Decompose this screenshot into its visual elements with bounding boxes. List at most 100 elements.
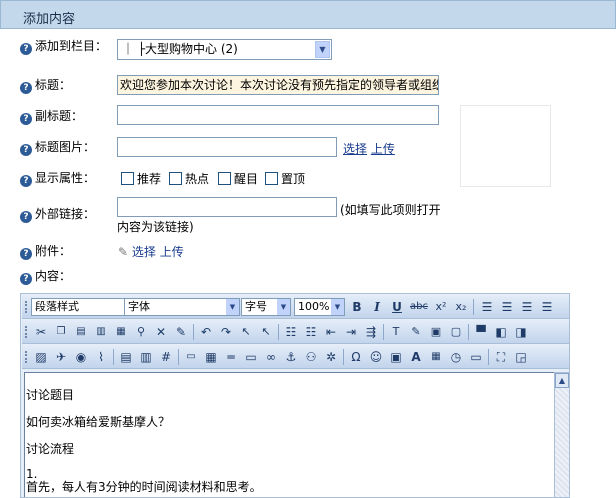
- horizontal-rule-icon[interactable]: ═: [222, 348, 240, 366]
- toolbar-grip[interactable]: [25, 326, 27, 338]
- copy-icon[interactable]: ❐: [52, 323, 70, 341]
- unordered-list-icon[interactable]: ☷: [302, 323, 320, 341]
- column-select[interactable]: ｜ ├大型购物中心 (2) ▼: [117, 39, 332, 60]
- checkbox-box[interactable]: [121, 172, 134, 185]
- date-icon[interactable]: ▦: [427, 348, 445, 366]
- iframe-icon[interactable]: ▭: [242, 348, 260, 366]
- blockquote-icon[interactable]: ⇶: [362, 323, 380, 341]
- zoom-select[interactable]: 100% ▼: [294, 298, 345, 316]
- link-icon[interactable]: ∞: [262, 348, 280, 366]
- underline-icon[interactable]: U: [388, 298, 406, 316]
- align-center-icon[interactable]: ☰: [498, 298, 516, 316]
- bg-color-icon[interactable]: ✎: [407, 323, 425, 341]
- strikethrough-icon[interactable]: abc: [408, 298, 430, 316]
- align-right-icon[interactable]: ☰: [518, 298, 536, 316]
- unlink-icon[interactable]: ⚇: [302, 348, 320, 366]
- chevron-down-icon[interactable]: ▼: [331, 299, 344, 315]
- scroll-up-icon[interactable]: ▲: [555, 373, 569, 388]
- display-attr-label-row: ? 显示属性：: [20, 170, 95, 187]
- table-icon[interactable]: #: [157, 348, 175, 366]
- layer-icon[interactable]: ▀: [472, 323, 490, 341]
- chevron-down-icon[interactable]: ▼: [277, 299, 290, 315]
- title-label-row: ? 标题：: [20, 77, 71, 94]
- send-backward-icon[interactable]: ◨: [512, 323, 530, 341]
- delete-icon[interactable]: ✕: [152, 323, 170, 341]
- insert-form-icon[interactable]: ▥: [137, 348, 155, 366]
- toolbar-separator: [383, 324, 384, 340]
- redo-icon[interactable]: ↷: [217, 323, 235, 341]
- align-left-icon[interactable]: ☰: [478, 298, 496, 316]
- toolbar-grip[interactable]: [25, 351, 27, 363]
- align-justify-icon[interactable]: ☰: [538, 298, 556, 316]
- bring-forward-icon[interactable]: ◧: [492, 323, 510, 341]
- find-icon[interactable]: ⚲: [132, 323, 150, 341]
- about-icon[interactable]: ◲: [512, 348, 530, 366]
- text-color-icon[interactable]: T: [387, 323, 405, 341]
- undo-icon[interactable]: ↶: [197, 323, 215, 341]
- chevron-down-icon[interactable]: ▼: [315, 41, 330, 58]
- checkbox-recommend[interactable]: 推荐: [121, 172, 161, 186]
- time-icon[interactable]: ◷: [447, 348, 465, 366]
- map-icon[interactable]: ✲: [322, 348, 340, 366]
- title-image-input[interactable]: [117, 137, 337, 157]
- superscript-icon[interactable]: x²: [432, 298, 450, 316]
- art-text-icon[interactable]: A: [407, 348, 425, 366]
- subtitle-label: 副标题：: [35, 109, 84, 123]
- checkbox-box[interactable]: [218, 172, 231, 185]
- font-select[interactable]: 字体 ▼: [124, 298, 240, 316]
- checkbox-highlight[interactable]: 醒目: [218, 172, 258, 186]
- checkbox-box[interactable]: [265, 172, 278, 185]
- insert-page-icon[interactable]: ▭: [467, 348, 485, 366]
- italic-icon[interactable]: I: [368, 298, 386, 316]
- checkbox-hot[interactable]: 热点: [169, 172, 209, 186]
- paste-word-icon[interactable]: ▦: [112, 323, 130, 341]
- checkbox-label: 热点: [185, 172, 210, 186]
- outdent-icon[interactable]: ⇤: [322, 323, 340, 341]
- excel-icon[interactable]: ▣: [387, 348, 405, 366]
- flash-icon[interactable]: ✈: [52, 348, 70, 366]
- clean-format-icon[interactable]: ✎: [172, 323, 190, 341]
- editor-content[interactable]: 讨论题目 如何卖冰箱给爱斯基摩人？ 讨论流程 1. 首先，每人有3分钟的时间阅读…: [24, 372, 554, 497]
- title-input[interactable]: 欢迎您参加本次讨论！本次讨论没有预先指定的领导者或组织: [117, 75, 439, 95]
- external-link-input[interactable]: [117, 197, 337, 217]
- editor-toolbar-row-1: 段落样式▼ 字体▼ 字号▼ 100%▼ B I U abc x² x₂ ☰ ☰ …: [22, 295, 569, 319]
- insert-box-icon[interactable]: ▤: [117, 348, 135, 366]
- bold-icon[interactable]: B: [348, 298, 366, 316]
- font-size-select[interactable]: 字号 ▼: [241, 298, 291, 316]
- title-image-select-link[interactable]: 选择: [343, 142, 367, 156]
- toolbar-separator: [278, 324, 279, 340]
- attachment-upload-link[interactable]: 上传: [160, 245, 184, 259]
- help-icon: ?: [20, 43, 32, 55]
- media-icon[interactable]: ◉: [72, 348, 90, 366]
- marquee-icon[interactable]: ▭: [182, 348, 200, 366]
- emoticon-icon[interactable]: ☺: [367, 348, 385, 366]
- checkbox-label: 推荐: [137, 172, 162, 186]
- editor-scrollbar[interactable]: ▲: [554, 372, 569, 497]
- image-icon[interactable]: ▨: [32, 348, 50, 366]
- subtitle-input[interactable]: [117, 105, 439, 125]
- attachment-icon[interactable]: ⌇: [92, 348, 110, 366]
- show-borders-icon[interactable]: ▢: [447, 323, 465, 341]
- fullscreen-icon[interactable]: ⛶: [492, 348, 510, 366]
- indent-icon[interactable]: ⇥: [342, 323, 360, 341]
- anchor-icon[interactable]: ⚓: [282, 348, 300, 366]
- subscript-icon[interactable]: x₂: [452, 298, 470, 316]
- toolbar-grip[interactable]: [25, 301, 27, 313]
- paste-text-icon[interactable]: ▥: [92, 323, 110, 341]
- cut-icon[interactable]: ✂: [32, 323, 50, 341]
- checkbox-top[interactable]: 置顶: [265, 172, 305, 186]
- ordered-list-icon[interactable]: ☷: [282, 323, 300, 341]
- checkbox-box[interactable]: [169, 172, 182, 185]
- title-image-upload-link[interactable]: 上传: [371, 142, 395, 156]
- panel-header: 添加内容: [0, 0, 616, 29]
- attachment-select-link[interactable]: 选择: [132, 245, 156, 259]
- chevron-down-icon[interactable]: ▼: [226, 299, 239, 315]
- checkbox-label: 置顶: [281, 172, 306, 186]
- select-pointer-icon[interactable]: ↖: [237, 323, 255, 341]
- table-tools-icon[interactable]: ▣: [427, 323, 445, 341]
- fieldset-icon[interactable]: ▦: [202, 348, 220, 366]
- paste-icon[interactable]: ▤: [72, 323, 90, 341]
- select-all-icon[interactable]: ↖: [257, 323, 275, 341]
- special-char-icon[interactable]: Ω: [347, 348, 365, 366]
- content-line: 首先，每人有3分钟的时间阅读材料和思考。: [26, 480, 262, 494]
